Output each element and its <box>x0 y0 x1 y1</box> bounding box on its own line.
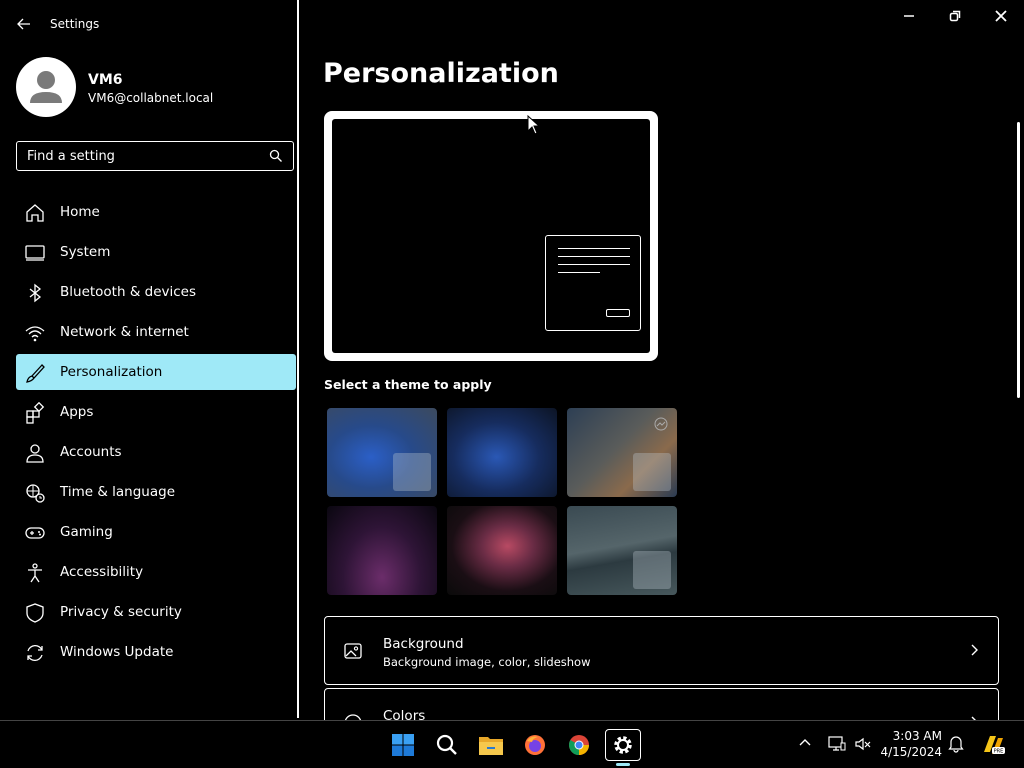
notification-bell-icon[interactable] <box>948 735 964 753</box>
restore-icon <box>949 10 961 22</box>
sidebar-item-time-language[interactable]: Time & language <box>16 474 296 510</box>
search-box[interactable] <box>16 141 294 171</box>
taskbar-clock[interactable]: 3:03 AM 4/15/2024 <box>876 728 942 760</box>
sidebar-item-apps[interactable]: Apps <box>16 394 296 430</box>
close-icon <box>995 10 1007 22</box>
sidebar: Settings VM6 VM6@collabnet.local Home Sy… <box>0 0 298 720</box>
globe-clock-icon <box>26 484 45 503</box>
search-icon <box>436 734 457 755</box>
taskbar-search-button[interactable] <box>429 729 465 761</box>
search-input[interactable] <box>17 142 277 170</box>
gamepad-icon <box>25 527 45 539</box>
user-email: VM6@collabnet.local <box>88 91 214 105</box>
sidebar-item-label: Home <box>60 204 100 220</box>
sidebar-item-accessibility[interactable]: Accessibility <box>16 554 296 590</box>
sidebar-item-label: Network & internet <box>60 324 189 340</box>
sidebar-item-home[interactable]: Home <box>16 194 296 230</box>
file-explorer-button[interactable] <box>473 729 509 761</box>
sidebar-item-privacy[interactable]: Privacy & security <box>16 594 296 630</box>
back-arrow-icon <box>17 18 30 30</box>
wifi-icon <box>25 326 45 342</box>
search-icon[interactable] <box>269 149 283 163</box>
sidebar-item-label: Time & language <box>60 484 176 500</box>
settings-icon <box>614 736 632 754</box>
laptop-icon <box>25 245 45 261</box>
file-explorer-icon <box>479 737 503 755</box>
settings-window: Settings VM6 VM6@collabnet.local Home Sy… <box>0 0 1024 748</box>
theme-thumbnail[interactable] <box>447 408 557 497</box>
taskbar: PRE <box>0 720 1024 768</box>
sidebar-item-label: Bluetooth & devices <box>60 284 197 300</box>
minimize-button[interactable] <box>894 6 924 26</box>
firefox-icon <box>525 735 545 755</box>
sidebar-item-bluetooth[interactable]: Bluetooth & devices <box>16 274 296 310</box>
active-app-indicator <box>616 763 630 766</box>
theme-thumbnail[interactable] <box>327 408 437 497</box>
speaker-muted-icon[interactable] <box>854 735 872 753</box>
theme-preview <box>324 111 658 361</box>
preview-window <box>545 235 641 331</box>
main-content: Personalization Select a theme to apply <box>299 0 1024 748</box>
sidebar-item-accounts[interactable]: Accounts <box>16 434 296 470</box>
chrome-icon <box>568 735 589 756</box>
theme-thumbnail[interactable] <box>567 408 677 497</box>
bluetooth-icon <box>29 283 42 303</box>
user-name: VM6 <box>88 72 123 88</box>
restore-button[interactable] <box>940 6 970 26</box>
sidebar-item-network[interactable]: Network & internet <box>16 314 296 350</box>
theme-thumbnail[interactable] <box>447 506 557 595</box>
sidebar-item-label: Privacy & security <box>60 604 182 620</box>
sidebar-item-label: System <box>60 244 111 260</box>
page-title: Personalization <box>323 58 559 89</box>
apps-icon <box>26 402 45 424</box>
card-title: Background <box>383 636 464 652</box>
back-button[interactable] <box>14 14 34 34</box>
close-button[interactable] <box>986 6 1016 26</box>
network-icon[interactable] <box>828 735 846 753</box>
sidebar-item-gaming[interactable]: Gaming <box>16 514 296 550</box>
scrollbar[interactable] <box>1017 122 1020 398</box>
sidebar-nav: Home System Bluetooth & devices Network … <box>16 194 296 674</box>
sidebar-item-personalization[interactable]: Personalization <box>16 354 296 390</box>
sidebar-item-system[interactable]: System <box>16 234 296 270</box>
background-settings-card[interactable]: Background Background image, color, slid… <box>324 616 999 685</box>
copilot-pre-icon[interactable]: PRE <box>980 732 1006 758</box>
settings-taskbar-button[interactable] <box>605 729 641 761</box>
person-placeholder-icon <box>30 71 62 103</box>
chevron-right-icon <box>971 644 978 656</box>
sidebar-item-label: Apps <box>60 404 94 420</box>
desktop-preview <box>332 119 650 353</box>
gallery-icon <box>654 417 668 431</box>
card-subtitle: Background image, color, slideshow <box>383 655 591 669</box>
chrome-button[interactable] <box>561 729 597 761</box>
clock-time: 3:03 AM <box>892 729 942 743</box>
sidebar-item-windows-update[interactable]: Windows Update <box>16 634 296 670</box>
avatar[interactable] <box>16 57 76 117</box>
start-button[interactable] <box>385 729 421 761</box>
brush-icon <box>26 364 45 383</box>
sidebar-item-label: Accessibility <box>60 564 144 580</box>
sidebar-item-label: Windows Update <box>60 644 174 660</box>
theme-thumbnail[interactable] <box>327 506 437 595</box>
mouse-cursor-icon <box>527 115 540 135</box>
sidebar-item-label: Gaming <box>60 524 113 540</box>
accessibility-icon <box>28 563 42 583</box>
sidebar-item-label: Accounts <box>60 444 122 460</box>
clock-date: 4/15/2024 <box>880 745 942 759</box>
svg-text:PRE: PRE <box>994 749 1004 755</box>
shield-icon <box>26 603 44 623</box>
windows-start-icon <box>392 734 414 756</box>
minimize-icon <box>904 15 914 17</box>
sync-icon <box>27 645 43 661</box>
app-title: Settings <box>50 17 100 31</box>
home-icon <box>26 204 44 222</box>
image-icon <box>344 643 362 659</box>
chevron-up-icon[interactable] <box>798 735 812 749</box>
person-icon <box>26 444 44 463</box>
themes-label: Select a theme to apply <box>324 377 492 392</box>
sidebar-item-label: Personalization <box>60 364 163 380</box>
theme-thumbnail[interactable] <box>567 506 677 595</box>
firefox-button[interactable] <box>517 729 553 761</box>
